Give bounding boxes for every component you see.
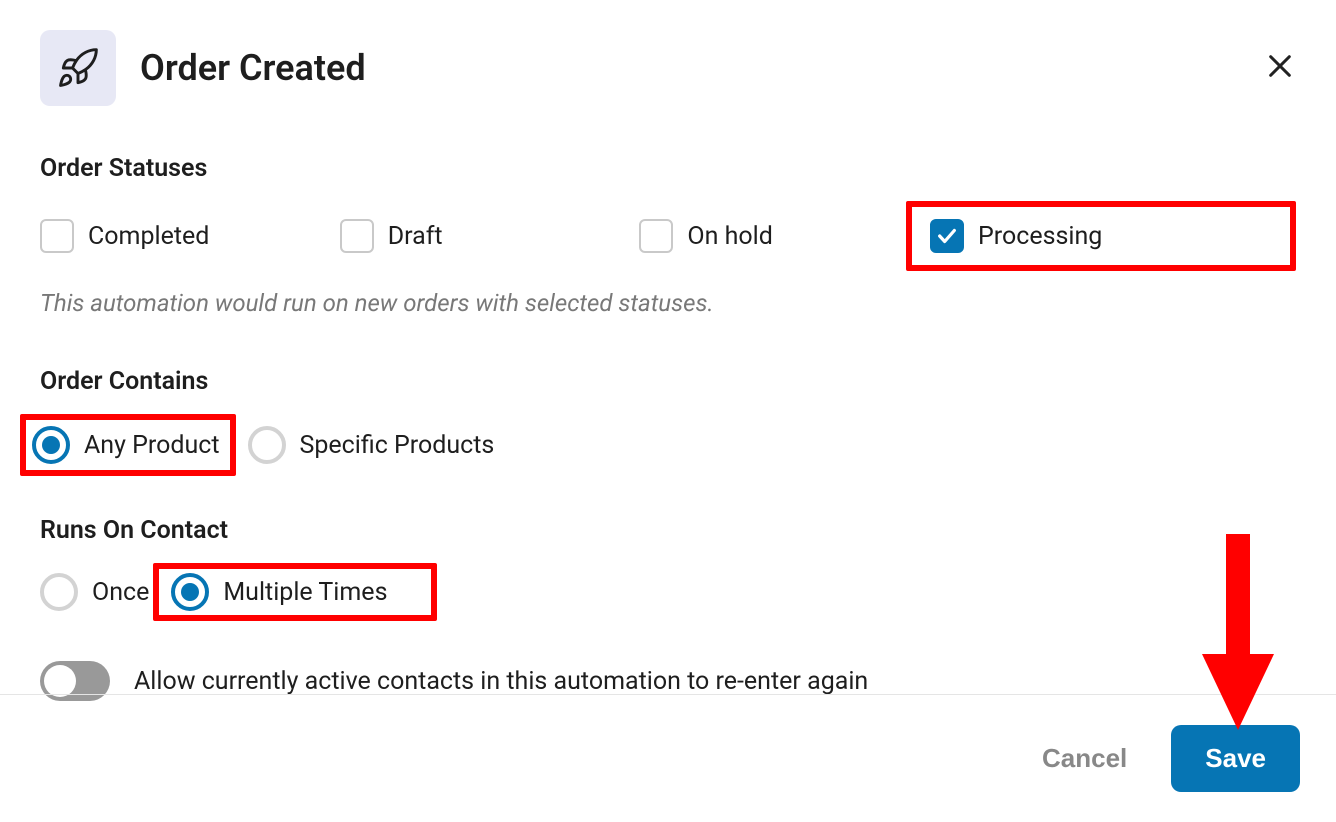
radio-specific-products-control[interactable] (248, 426, 286, 464)
radio-multiple[interactable]: Multiple Times (171, 573, 387, 611)
statuses-helper-text: This automation would run on new orders … (40, 289, 1296, 317)
radio-any-product[interactable]: Any Product (32, 426, 220, 464)
radio-once-label: Once (92, 578, 149, 607)
checkbox-draft[interactable] (340, 219, 374, 253)
radio-once[interactable]: Once (40, 573, 149, 611)
status-completed[interactable]: Completed (40, 219, 340, 253)
highlight-processing: Processing (906, 201, 1296, 271)
radio-multiple-control[interactable] (171, 573, 209, 611)
status-draft[interactable]: Draft (340, 219, 640, 253)
save-button[interactable]: Save (1171, 725, 1300, 792)
checkbox-processing[interactable] (930, 219, 964, 253)
order-statuses-section: Order Statuses Completed Draft On hold P… (40, 154, 1296, 317)
status-on-hold[interactable]: On hold (639, 219, 906, 253)
radio-specific-products-label: Specific Products (300, 431, 495, 460)
dialog-title: Order Created (140, 47, 366, 89)
reenter-toggle-label: Allow currently active contacts in this … (134, 667, 868, 696)
status-completed-label: Completed (88, 222, 209, 251)
rocket-icon (40, 30, 116, 106)
runs-on-contact-label: Runs On Contact (40, 516, 1296, 545)
radio-once-control[interactable] (40, 573, 78, 611)
status-processing[interactable]: Processing (930, 219, 1256, 253)
status-processing-label: Processing (978, 222, 1102, 251)
highlight-any-product: Any Product (20, 414, 236, 476)
radio-specific-products[interactable]: Specific Products (248, 426, 495, 464)
checkbox-completed[interactable] (40, 219, 74, 253)
dialog-footer: Cancel Save (0, 694, 1336, 792)
radio-any-product-label: Any Product (84, 431, 220, 460)
order-contains-section: Order Contains Any Product Specific Prod… (40, 367, 1296, 476)
order-statuses-label: Order Statuses (40, 154, 1296, 183)
checkbox-on-hold[interactable] (639, 219, 673, 253)
runs-on-contact-section: Runs On Contact Once Multiple Times (40, 516, 1296, 621)
radio-multiple-label: Multiple Times (223, 578, 387, 607)
order-contains-label: Order Contains (40, 367, 1296, 396)
status-draft-label: Draft (388, 222, 443, 251)
dialog-header: Order Created (40, 30, 1296, 106)
cancel-button[interactable]: Cancel (1042, 743, 1127, 774)
radio-any-product-control[interactable] (32, 426, 70, 464)
highlight-multiple-times: Multiple Times (153, 563, 437, 621)
status-on-hold-label: On hold (687, 222, 772, 251)
close-icon[interactable] (1264, 50, 1296, 86)
